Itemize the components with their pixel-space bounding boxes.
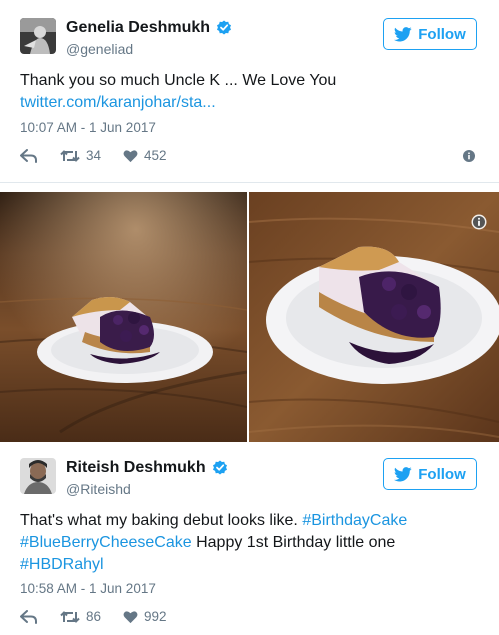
- tweet-media: [0, 192, 499, 442]
- follow-button[interactable]: Follow: [383, 458, 477, 490]
- retweet-count: 86: [86, 609, 102, 624]
- avatar[interactable]: [20, 18, 56, 54]
- like-count: 452: [144, 148, 167, 163]
- retweet-count: 34: [86, 148, 102, 163]
- retweet-action[interactable]: 34: [60, 148, 101, 163]
- retweet-icon: [60, 149, 80, 162]
- hashtag-blueberrycheesecake[interactable]: #BlueBerryCheeseCake: [20, 534, 192, 551]
- tweet-link[interactable]: twitter.com/karanjohar/sta...: [20, 92, 479, 114]
- tweet-actions: 86 992: [20, 609, 189, 624]
- cheesecake-photo-right[interactable]: [249, 192, 499, 442]
- follow-button[interactable]: Follow: [383, 18, 477, 50]
- avatar-photo-icon: [20, 458, 56, 494]
- follow-button-label: Follow: [418, 25, 466, 43]
- reply-action[interactable]: [20, 609, 38, 624]
- tweet-text: Thank you so much Uncle K ... We Love Yo…: [20, 70, 479, 114]
- avatar[interactable]: [20, 458, 56, 494]
- author-name[interactable]: Riteish Deshmukh: [66, 459, 228, 477]
- tweet-timestamp[interactable]: 10:58 AM - 1 Jun 2017: [20, 581, 156, 596]
- cheesecake-right-image: [249, 192, 499, 442]
- reply-icon: [20, 148, 37, 163]
- tweet-text-body: Thank you so much Uncle K ... We Love Yo…: [20, 72, 337, 89]
- like-action[interactable]: 452: [123, 148, 167, 163]
- heart-icon: [123, 610, 138, 623]
- author-handle[interactable]: @geneliad: [66, 41, 133, 57]
- info-icon[interactable]: [463, 150, 475, 162]
- twitter-bird-icon: [394, 466, 412, 481]
- hashtag-birthdaycake[interactable]: #BirthdayCake: [302, 512, 407, 529]
- verified-badge-icon: [217, 20, 232, 35]
- tweet-card-genelia: Genelia Deshmukh @geneliad Follow Thank …: [0, 0, 499, 183]
- reply-icon: [20, 609, 37, 624]
- verified-badge-icon: [212, 460, 227, 475]
- cheesecake-left-image: [0, 192, 247, 442]
- author-name[interactable]: Genelia Deshmukh: [66, 19, 232, 37]
- retweet-icon: [60, 610, 80, 623]
- tweet-text-part-2: Happy 1st Birthday little one: [191, 534, 396, 551]
- author-handle[interactable]: @Riteishd: [66, 481, 131, 497]
- retweet-action[interactable]: 86: [60, 609, 101, 624]
- tweet-text-part-1: That's what my baking debut looks like.: [20, 512, 303, 529]
- author-name-text: Genelia Deshmukh: [66, 19, 211, 36]
- tweet-timestamp[interactable]: 10:07 AM - 1 Jun 2017: [20, 120, 156, 135]
- tweet-text: That's what my baking debut looks like. …: [20, 510, 479, 576]
- avatar-photo-icon: [20, 18, 56, 54]
- like-action[interactable]: 992: [123, 609, 167, 624]
- like-count: 992: [144, 609, 167, 624]
- media-info-icon[interactable]: [471, 214, 487, 230]
- cheesecake-photo-left[interactable]: [0, 192, 247, 442]
- follow-button-label: Follow: [418, 465, 466, 483]
- reply-action[interactable]: [20, 148, 38, 163]
- author-name-text: Riteish Deshmukh: [66, 459, 206, 476]
- twitter-bird-icon: [394, 26, 412, 41]
- tweet-card-riteish: Riteish Deshmukh @Riteishd Follow That's…: [0, 443, 499, 635]
- hashtag-hbdrahyl[interactable]: #HBDRahyl: [20, 556, 104, 573]
- heart-icon: [123, 149, 138, 162]
- tweet-actions: 34 452: [20, 148, 189, 163]
